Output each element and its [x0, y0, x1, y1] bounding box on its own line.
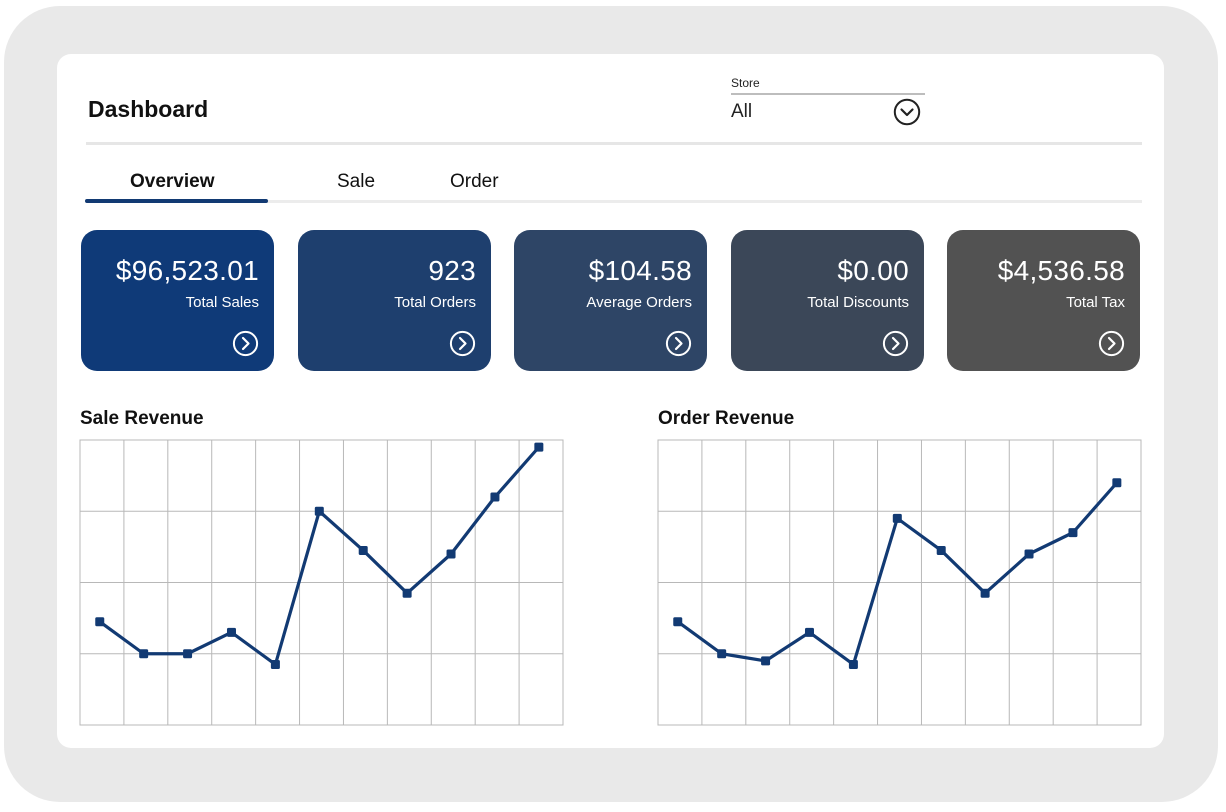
order-revenue-title: Order Revenue: [658, 408, 795, 429]
total-orders-card[interactable]: 923 Total Orders: [298, 230, 491, 371]
data-point: [761, 656, 771, 666]
data-point: [139, 649, 149, 659]
card-label: Average Orders: [586, 294, 692, 311]
data-point: [358, 545, 368, 555]
total-discounts-card[interactable]: $0.00 Total Discounts: [731, 230, 924, 371]
card-label: Total Orders: [394, 294, 476, 311]
chevron-right-icon[interactable]: [449, 330, 476, 357]
card-value: $0.00: [837, 255, 909, 286]
data-point: [183, 649, 193, 659]
page-title: Dashboard: [88, 96, 209, 122]
data-point: [673, 617, 683, 627]
header-divider: [86, 142, 1142, 145]
data-point: [226, 627, 236, 637]
card-value: $104.58: [588, 255, 692, 286]
data-point: [95, 617, 105, 627]
card-value: $96,523.01: [115, 255, 259, 286]
tab-active-indicator: [85, 199, 268, 203]
card-label: Total Sales: [185, 294, 259, 311]
store-select-value[interactable]: All: [731, 101, 752, 123]
data-point: [270, 659, 280, 669]
store-label: Store: [731, 76, 760, 90]
data-point: [804, 627, 814, 637]
total-tax-card[interactable]: $4,536.58 Total Tax: [947, 230, 1140, 371]
card-label: Total Discounts: [807, 294, 909, 311]
sale-revenue-title: Sale Revenue: [80, 408, 204, 429]
store-field-line: [731, 93, 925, 95]
data-point: [980, 588, 990, 598]
data-point: [936, 545, 946, 555]
sale-revenue-chart: [79, 439, 564, 726]
data-point: [490, 492, 500, 502]
data-point: [534, 442, 544, 452]
total-sales-card[interactable]: $96,523.01 Total Sales: [81, 230, 274, 371]
average-orders-card[interactable]: $104.58 Average Orders: [514, 230, 707, 371]
chevron-right-icon[interactable]: [232, 330, 259, 357]
card-value: 923: [428, 255, 476, 286]
data-point: [1112, 478, 1122, 488]
chevron-right-icon[interactable]: [1098, 330, 1125, 357]
data-point: [446, 549, 456, 559]
order-revenue-chart: [657, 439, 1142, 726]
chevron-right-icon[interactable]: [665, 330, 692, 357]
data-point: [1024, 549, 1034, 559]
tab-sale[interactable]: Sale: [337, 171, 375, 193]
card-value: $4,536.58: [997, 255, 1125, 286]
card-label: Total Tax: [1066, 294, 1125, 311]
chevron-down-icon[interactable]: [893, 98, 921, 126]
data-point: [717, 649, 727, 659]
tab-order[interactable]: Order: [450, 171, 499, 193]
chevron-right-icon[interactable]: [882, 330, 909, 357]
data-point: [892, 513, 902, 523]
data-point: [314, 506, 324, 516]
data-point: [848, 659, 858, 669]
tab-overview[interactable]: Overview: [130, 171, 215, 193]
data-point: [1068, 528, 1078, 538]
data-point: [402, 588, 412, 598]
